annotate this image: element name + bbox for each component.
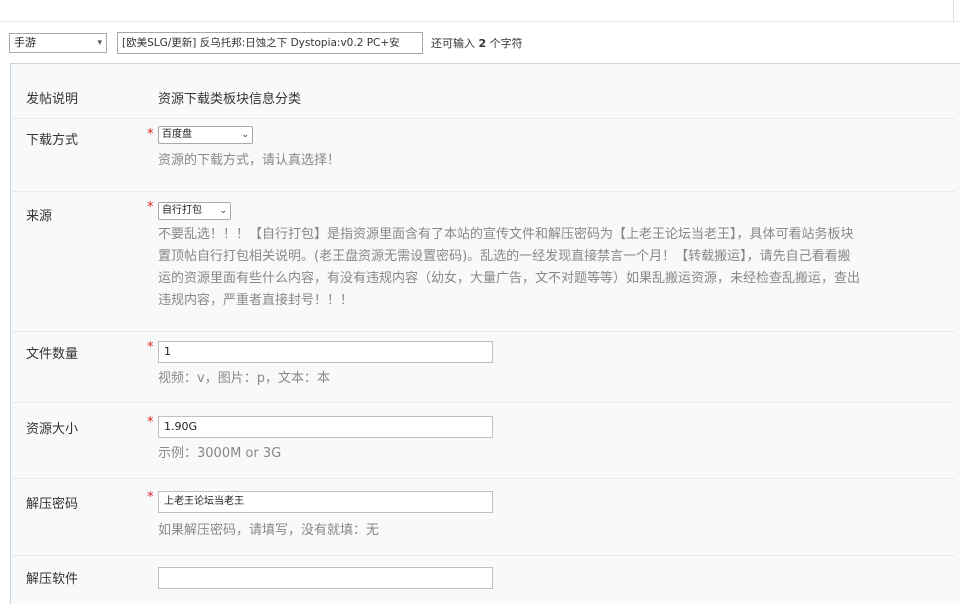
download-desc: 资源的下载方式，请认真选择！ xyxy=(158,153,341,168)
required-mark: * xyxy=(147,415,154,430)
source-label: 来源 xyxy=(26,209,53,224)
file-count-input[interactable]: 1 xyxy=(158,341,493,363)
title-row: 手游 ▾ [欧美SLG/更新] 反乌托邦:日蚀之下 Dystopia:v0.2 … xyxy=(0,30,960,56)
size-desc: 示例：3000M or 3G xyxy=(158,446,282,461)
download-method-select[interactable]: 百度盘 ⌄ xyxy=(158,126,253,144)
size-label: 资源大小 xyxy=(26,422,79,437)
source-desc-line: 置顶帖自行打包相关说明。(老王盘资源无需设置密码)。乱选的一经发现直接禁言一个月… xyxy=(158,249,851,264)
char-count-hint: 还可输入 2 个字符 xyxy=(431,35,523,51)
hint-suffix: 个字符 xyxy=(489,37,523,50)
thread-type-select[interactable]: 手游 ▾ xyxy=(9,33,107,53)
top-bar xyxy=(0,0,960,22)
download-label: 下载方式 xyxy=(26,133,79,148)
row-size: 资源大小 * 1.90G 示例：3000M or 3G xyxy=(10,403,955,479)
file-count-label: 文件数量 xyxy=(26,347,79,362)
source-desc-line: 不要乱选！！！【自行打包】是指资源里面含有了本站的宣传文件和解压密码为【上老王论… xyxy=(158,227,854,242)
notice-label: 发帖说明 xyxy=(26,92,79,107)
chevron-down-icon: ⌄ xyxy=(241,130,249,140)
password-input[interactable]: 上老王论坛当老王 xyxy=(158,491,493,513)
row-software: 解压软件 xyxy=(10,556,955,596)
password-label: 解压密码 xyxy=(26,497,79,512)
hint-prefix: 还可输入 xyxy=(431,37,475,50)
required-mark: * xyxy=(147,340,154,355)
required-mark: * xyxy=(147,200,154,215)
chevron-down-icon: ⌄ xyxy=(219,206,227,216)
thread-type-value: 手游 xyxy=(14,36,36,49)
row-file-count: 文件数量 * 1 视频：v，图片：p，文本：本 xyxy=(10,332,955,403)
notice-value: 资源下载类板块信息分类 xyxy=(158,92,302,107)
source-desc-line: 运的资源里面有些什么内容，有没有违规内容（幼女，大量广告，文不对题等等）如果乱搬… xyxy=(158,271,861,286)
source-desc: 不要乱选！！！【自行打包】是指资源里面含有了本站的宣传文件和解压密码为【上老王论… xyxy=(158,224,958,312)
row-notice: 发帖说明 资源下载类板块信息分类 xyxy=(10,80,955,119)
chevron-down-icon: ▾ xyxy=(97,38,102,48)
required-mark: * xyxy=(147,490,154,505)
software-input[interactable] xyxy=(158,567,493,589)
source-select[interactable]: 自行打包 ⌄ xyxy=(158,202,231,220)
subject-input[interactable]: [欧美SLG/更新] 反乌托邦:日蚀之下 Dystopia:v0.2 PC+安 xyxy=(117,32,423,54)
download-method-value: 百度盘 xyxy=(162,129,192,140)
password-desc: 如果解压密码，请填写，没有就填：无 xyxy=(158,523,380,538)
row-download: 下载方式 * 百度盘 ⌄ 资源的下载方式，请认真选择！ xyxy=(10,119,955,192)
top-divider xyxy=(0,21,960,22)
source-value: 自行打包 xyxy=(162,205,202,216)
hint-count: 2 xyxy=(478,37,487,50)
file-count-desc: 视频：v，图片：p，文本：本 xyxy=(158,371,330,386)
row-password: 解压密码 * 上老王论坛当老王 如果解压密码，请填写，没有就填：无 xyxy=(10,479,955,556)
source-desc-line: 违规内容，严重者直接封号！！！ xyxy=(158,293,354,308)
required-mark: * xyxy=(147,127,154,142)
row-source: 来源 * 自行打包 ⌄ 不要乱选！！！【自行打包】是指资源里面含有了本站的宣传文… xyxy=(10,192,955,332)
size-input[interactable]: 1.90G xyxy=(158,416,493,438)
scroll-edge xyxy=(953,0,960,22)
